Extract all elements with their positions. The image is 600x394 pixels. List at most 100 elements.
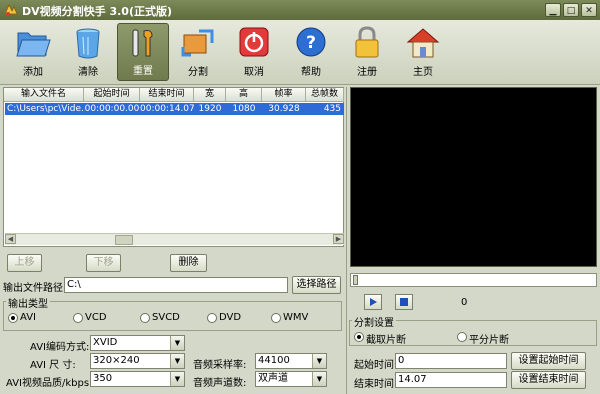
- size-value: 320×240: [93, 355, 140, 366]
- help-label: 帮助: [301, 67, 321, 78]
- register-label: 注册: [357, 67, 377, 78]
- column-header-filename[interactable]: 输入文件名: [4, 88, 84, 102]
- column-header-frames[interactable]: 总帧数: [306, 88, 344, 102]
- close-button[interactable]: ✕: [581, 3, 597, 17]
- cancel-button[interactable]: 取消: [228, 23, 280, 81]
- samplerate-select[interactable]: 44100 ▼: [255, 353, 327, 369]
- output-type-title: 输出类型: [6, 295, 50, 310]
- column-header-start[interactable]: 起始时间: [84, 88, 140, 102]
- tools-icon: [132, 29, 153, 57]
- radio-avi[interactable]: [8, 313, 18, 323]
- radio-avi-label: AVI: [20, 312, 36, 323]
- table-row[interactable]: C:\Users\pc\Vide... 00:00:00.00 00:00:14…: [5, 103, 344, 115]
- column-header-height[interactable]: 高: [226, 88, 262, 102]
- cell-height: 1080: [232, 104, 256, 114]
- codec-select[interactable]: XVID ▼: [90, 335, 185, 351]
- chevron-down-icon: ▼: [170, 336, 184, 350]
- codec-value: XVID: [93, 337, 118, 348]
- samplerate-label: 音频采样率:: [193, 360, 247, 371]
- play-icon: [370, 298, 377, 306]
- window-title: DV视频分割快手 3.0(正式版): [22, 5, 173, 18]
- split-button[interactable]: 分割: [172, 23, 224, 81]
- column-header-fps[interactable]: 帧率: [262, 88, 306, 102]
- scroll-thumb[interactable]: [115, 235, 133, 245]
- seek-handle[interactable]: [353, 275, 358, 285]
- cell-frames: 435: [323, 104, 341, 114]
- register-button[interactable]: 注册: [341, 23, 393, 81]
- reset-label: 重置: [133, 66, 153, 77]
- toolbar: 添加 清除 重置 分割 取消 ? 帮助 注册 主页: [0, 20, 600, 85]
- channels-select[interactable]: 双声道 ▼: [255, 371, 327, 387]
- scroll-right-icon[interactable]: ▶: [333, 234, 344, 244]
- split-settings-title: 分割设置: [352, 314, 396, 329]
- play-button[interactable]: [364, 294, 382, 310]
- stop-button[interactable]: [395, 294, 413, 310]
- svg-text:?: ?: [306, 33, 316, 53]
- delete-button[interactable]: 删除: [170, 254, 207, 272]
- help-question-icon: ?: [296, 27, 326, 57]
- cancel-label: 取消: [244, 67, 264, 78]
- column-header-width[interactable]: 宽: [194, 88, 226, 102]
- start-time-label: 起始时间:: [354, 360, 398, 371]
- add-label: 添加: [23, 67, 43, 78]
- browse-path-button[interactable]: 选择路径: [292, 276, 341, 294]
- radio-wmv-label: WMV: [283, 312, 309, 323]
- chevron-down-icon: ▼: [170, 354, 184, 368]
- app-logo-icon: [4, 4, 18, 16]
- horizontal-scrollbar[interactable]: ◀ ▶: [5, 233, 344, 245]
- video-preview: [350, 87, 597, 267]
- maximize-button[interactable]: □: [563, 3, 579, 17]
- size-label: AVI 尺 寸:: [30, 360, 76, 371]
- start-time-field[interactable]: 0: [395, 353, 507, 369]
- output-path-label: 输出文件路径:: [3, 283, 67, 294]
- chevron-down-icon: ▼: [170, 372, 184, 386]
- file-list-table[interactable]: 输入文件名 起始时间 结束时间 宽 高 帧率 总帧数 C:\Users\pc\V…: [3, 87, 344, 247]
- quality-select[interactable]: 350 ▼: [90, 371, 185, 387]
- column-header-end[interactable]: 结束时间: [140, 88, 194, 102]
- cell-fps: 30.928: [268, 104, 300, 114]
- quality-label: AVI视频品质/kbps:: [6, 378, 93, 389]
- cell-start: 00:00:00.00: [84, 104, 140, 114]
- trash-bin-icon: [76, 28, 100, 59]
- seek-bar[interactable]: [350, 273, 597, 287]
- add-button[interactable]: 添加: [7, 23, 59, 81]
- cell-width: 1920: [198, 104, 222, 114]
- cell-filename: C:\Users\pc\Vide...: [7, 104, 85, 114]
- end-time-field[interactable]: 14.07: [395, 372, 507, 388]
- move-up-button[interactable]: 上移: [7, 254, 42, 272]
- move-down-button[interactable]: 下移: [86, 254, 121, 272]
- size-select[interactable]: 320×240 ▼: [90, 353, 185, 369]
- lock-icon: [355, 26, 379, 58]
- output-path-field[interactable]: C:\: [64, 277, 288, 293]
- home-button[interactable]: 主页: [397, 23, 449, 81]
- channels-label: 音频声道数:: [193, 378, 247, 389]
- split-label: 分割: [188, 67, 208, 78]
- radio-svcd[interactable]: [140, 313, 150, 323]
- minimize-button[interactable]: ▁: [545, 3, 561, 17]
- radio-wmv[interactable]: [271, 313, 281, 323]
- clear-button[interactable]: 清除: [62, 23, 114, 81]
- radio-dvd[interactable]: [207, 313, 217, 323]
- title-bar: DV视频分割快手 3.0(正式版) ▁ □ ✕: [0, 0, 600, 20]
- end-time-label: 结束时间:: [354, 379, 398, 390]
- set-end-time-button[interactable]: 设置结束时间: [511, 371, 586, 389]
- reset-button[interactable]: 重置: [117, 23, 169, 81]
- radio-vcd[interactable]: [73, 313, 83, 323]
- scroll-left-icon[interactable]: ◀: [5, 234, 16, 244]
- split-arrows-icon: [181, 29, 214, 57]
- home-icon: [406, 28, 440, 58]
- folder-open-icon: [16, 32, 51, 57]
- help-button[interactable]: ? 帮助: [285, 23, 337, 81]
- radio-even-split[interactable]: [457, 332, 467, 342]
- radio-clip-segment[interactable]: [354, 332, 364, 342]
- radio-clip-segment-label: 截取片断: [366, 335, 406, 346]
- radio-svcd-label: SVCD: [152, 312, 180, 323]
- samplerate-value: 44100: [258, 355, 290, 366]
- pane-divider: [346, 87, 347, 394]
- power-stop-icon: [239, 27, 269, 57]
- chevron-down-icon: ▼: [312, 372, 326, 386]
- set-start-time-button[interactable]: 设置起始时间: [511, 352, 586, 370]
- cell-end: 00:00:14.07: [140, 104, 194, 114]
- frame-counter: 0: [461, 297, 468, 308]
- radio-even-split-label: 平分片断: [469, 335, 509, 346]
